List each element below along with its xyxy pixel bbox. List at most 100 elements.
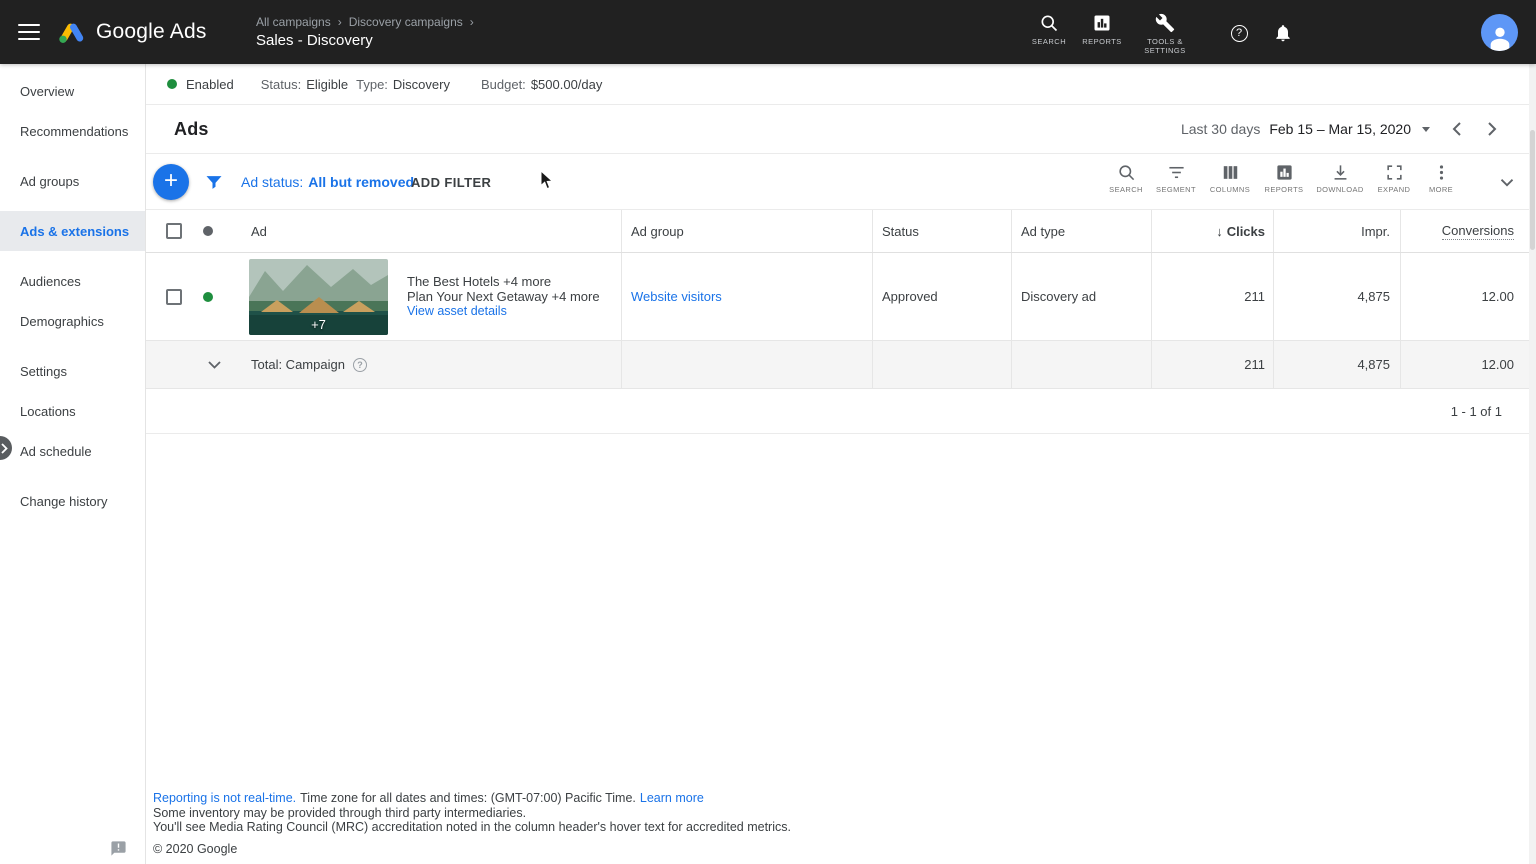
filter-icon[interactable] [204, 172, 224, 192]
breadcrumb: All campaigns › Discovery campaigns › [256, 15, 481, 29]
main-content: Enabled Status: Eligible Type: Discovery… [146, 64, 1530, 864]
sidebar-item-settings[interactable]: Settings [0, 351, 145, 391]
col-header-ad-label[interactable]: Ad [251, 224, 267, 239]
person-icon [1490, 27, 1509, 51]
select-all-checkbox[interactable] [166, 223, 182, 239]
sidebar-item-ad-schedule[interactable]: Ad schedule [0, 431, 145, 471]
col-header-conversions[interactable]: Conversions [1401, 210, 1530, 252]
breadcrumb-all-campaigns[interactable]: All campaigns [256, 15, 331, 29]
expand-total-chevron-icon[interactable] [206, 360, 222, 369]
topbar-tools-button[interactable]: TOOLS & SETTINGS [1136, 13, 1194, 55]
footer-disclaimer: Reporting is not real-time. Time zone for… [153, 791, 791, 835]
total-empty-cell [1012, 341, 1152, 388]
plus-icon: + [163, 167, 178, 194]
row-checkbox[interactable] [166, 288, 182, 305]
tool-label: SEARCH [1109, 185, 1143, 194]
total-empty-cell [873, 341, 1012, 388]
date-next-button[interactable] [1480, 117, 1504, 141]
conversions-cell: 12.00 [1481, 289, 1514, 304]
view-asset-details-link[interactable]: View asset details [407, 304, 600, 319]
sidebar-item-audiences[interactable]: Audiences [0, 261, 145, 301]
filter-chip-value: All but removed [308, 174, 415, 190]
row-status-dot[interactable] [203, 291, 213, 302]
ad-cell: +7 The Best Hotels +4 more Plan Your Nex… [146, 253, 622, 340]
topbar-tools-label: TOOLS & SETTINGS [1144, 37, 1186, 55]
col-header-ad: Ad [146, 210, 622, 252]
mrc-text: You'll see Media Rating Council (MRC) ac… [153, 820, 791, 834]
campaign-navigation: All campaigns › Discovery campaigns › Sa… [256, 15, 481, 49]
sidebar-nav: Overview Recommendations Ad groups Ads &… [0, 64, 146, 864]
sidebar-item-ad-groups[interactable]: Ad groups [0, 161, 145, 201]
menu-icon[interactable] [18, 24, 40, 40]
google-ads-app: Google Ads All campaigns › Discovery cam… [0, 0, 1536, 864]
help-icon: ? [1230, 24, 1248, 42]
col-header-ad-type[interactable]: Ad type [1012, 210, 1152, 252]
sidebar-item-recommendations[interactable]: Recommendations [0, 111, 145, 151]
thumbnail-more-count: +7 [311, 316, 326, 332]
campaign-state[interactable]: Enabled [186, 77, 234, 92]
google-ads-logo[interactable]: Google Ads [57, 16, 207, 48]
page-header: Ads Last 30 days Feb 15 – Mar 15, 2020 [146, 105, 1530, 154]
dropdown-caret-icon [1422, 126, 1430, 132]
col-header-clicks-label: Clicks [1226, 223, 1265, 239]
sidebar-item-demographics[interactable]: Demographics [0, 301, 145, 341]
chevron-right-icon [1, 442, 8, 454]
segment-button[interactable]: SEGMENT [1154, 163, 1198, 194]
filter-chip-label: Ad status: [241, 174, 304, 190]
columns-icon [1223, 166, 1237, 179]
add-ad-button[interactable]: + [153, 164, 189, 200]
more-button[interactable]: MORE [1419, 163, 1463, 194]
download-button[interactable]: DOWNLOAD [1316, 163, 1364, 194]
expand-button[interactable]: EXPAND [1372, 163, 1416, 194]
collapse-table-toolbar-button[interactable] [1491, 170, 1523, 194]
search-icon [1118, 165, 1134, 181]
col-header-impressions[interactable]: Impr. [1274, 210, 1401, 252]
scrollbar[interactable] [1529, 64, 1536, 864]
tool-label: DOWNLOAD [1316, 185, 1364, 194]
sidebar-item-locations[interactable]: Locations [0, 391, 145, 431]
date-prev-button[interactable] [1444, 117, 1468, 141]
total-label: Total: Campaign [251, 357, 345, 372]
feedback-icon[interactable] [110, 840, 127, 857]
scrollbar-thumb[interactable] [1530, 130, 1535, 250]
top-app-bar: Google Ads All campaigns › Discovery cam… [0, 0, 1536, 64]
ad-text-block: The Best Hotels +4 more Plan Your Next G… [407, 274, 600, 319]
columns-button[interactable]: COLUMNS [1208, 163, 1252, 194]
total-clicks-cell: 211 [1152, 341, 1274, 388]
ad-group-link[interactable]: Website visitors [631, 289, 722, 304]
tool-label: REPORTS [1264, 185, 1304, 194]
avatar[interactable] [1481, 14, 1518, 51]
reports-button[interactable]: REPORTS [1262, 163, 1306, 194]
status-label: Status: [260, 76, 302, 92]
sidebar-item-overview[interactable]: Overview [0, 71, 145, 111]
help-button[interactable]: ? [1227, 21, 1251, 45]
campaign-title[interactable]: Sales - Discovery [256, 32, 481, 49]
total-label-cell: Total: Campaign ? [146, 341, 622, 388]
ad-thumbnail[interactable]: +7 [249, 258, 388, 335]
tool-label: MORE [1428, 185, 1454, 194]
add-filter-button[interactable]: ADD FILTER [411, 154, 491, 210]
table-toolbar: + Ad status: All but removed ADD FILTER … [146, 154, 1530, 210]
learn-more-link[interactable]: Learn more [640, 791, 704, 805]
sidebar-item-ads-extensions[interactable]: Ads & extensions [0, 211, 145, 251]
table-search-button[interactable]: SEARCH [1104, 163, 1148, 194]
sidebar-item-change-history[interactable]: Change history [0, 481, 145, 521]
notifications-button[interactable] [1271, 21, 1295, 45]
col-header-status[interactable]: Status [873, 210, 1012, 252]
date-preset-label: Last 30 days [1180, 121, 1261, 137]
topbar-reports-button[interactable]: REPORTS [1079, 13, 1125, 46]
total-help-icon[interactable]: ? [352, 357, 367, 372]
col-header-ad-group[interactable]: Ad group [622, 210, 873, 252]
total-empty-cell [622, 341, 873, 388]
status-dot-column-icon[interactable] [203, 226, 213, 236]
col-header-clicks[interactable]: ↓ Clicks [1152, 210, 1274, 252]
topbar-search-button[interactable]: SEARCH [1026, 13, 1072, 46]
date-range-picker[interactable]: Last 30 days Feb 15 – Mar 15, 2020 [1181, 121, 1430, 137]
reporting-delay-link[interactable]: Reporting is not real-time. [153, 791, 296, 805]
ad-status-filter-chip[interactable]: Ad status: All but removed [241, 154, 414, 210]
tool-label: COLUMNS [1209, 185, 1251, 194]
budget-value[interactable]: $500.00/day [531, 77, 603, 92]
table-header-row: Ad Ad group Status Ad type ↓ Clicks Impr… [146, 210, 1530, 253]
breadcrumb-discovery-campaigns[interactable]: Discovery campaigns [349, 15, 463, 29]
budget-label: Budget: [480, 76, 526, 92]
